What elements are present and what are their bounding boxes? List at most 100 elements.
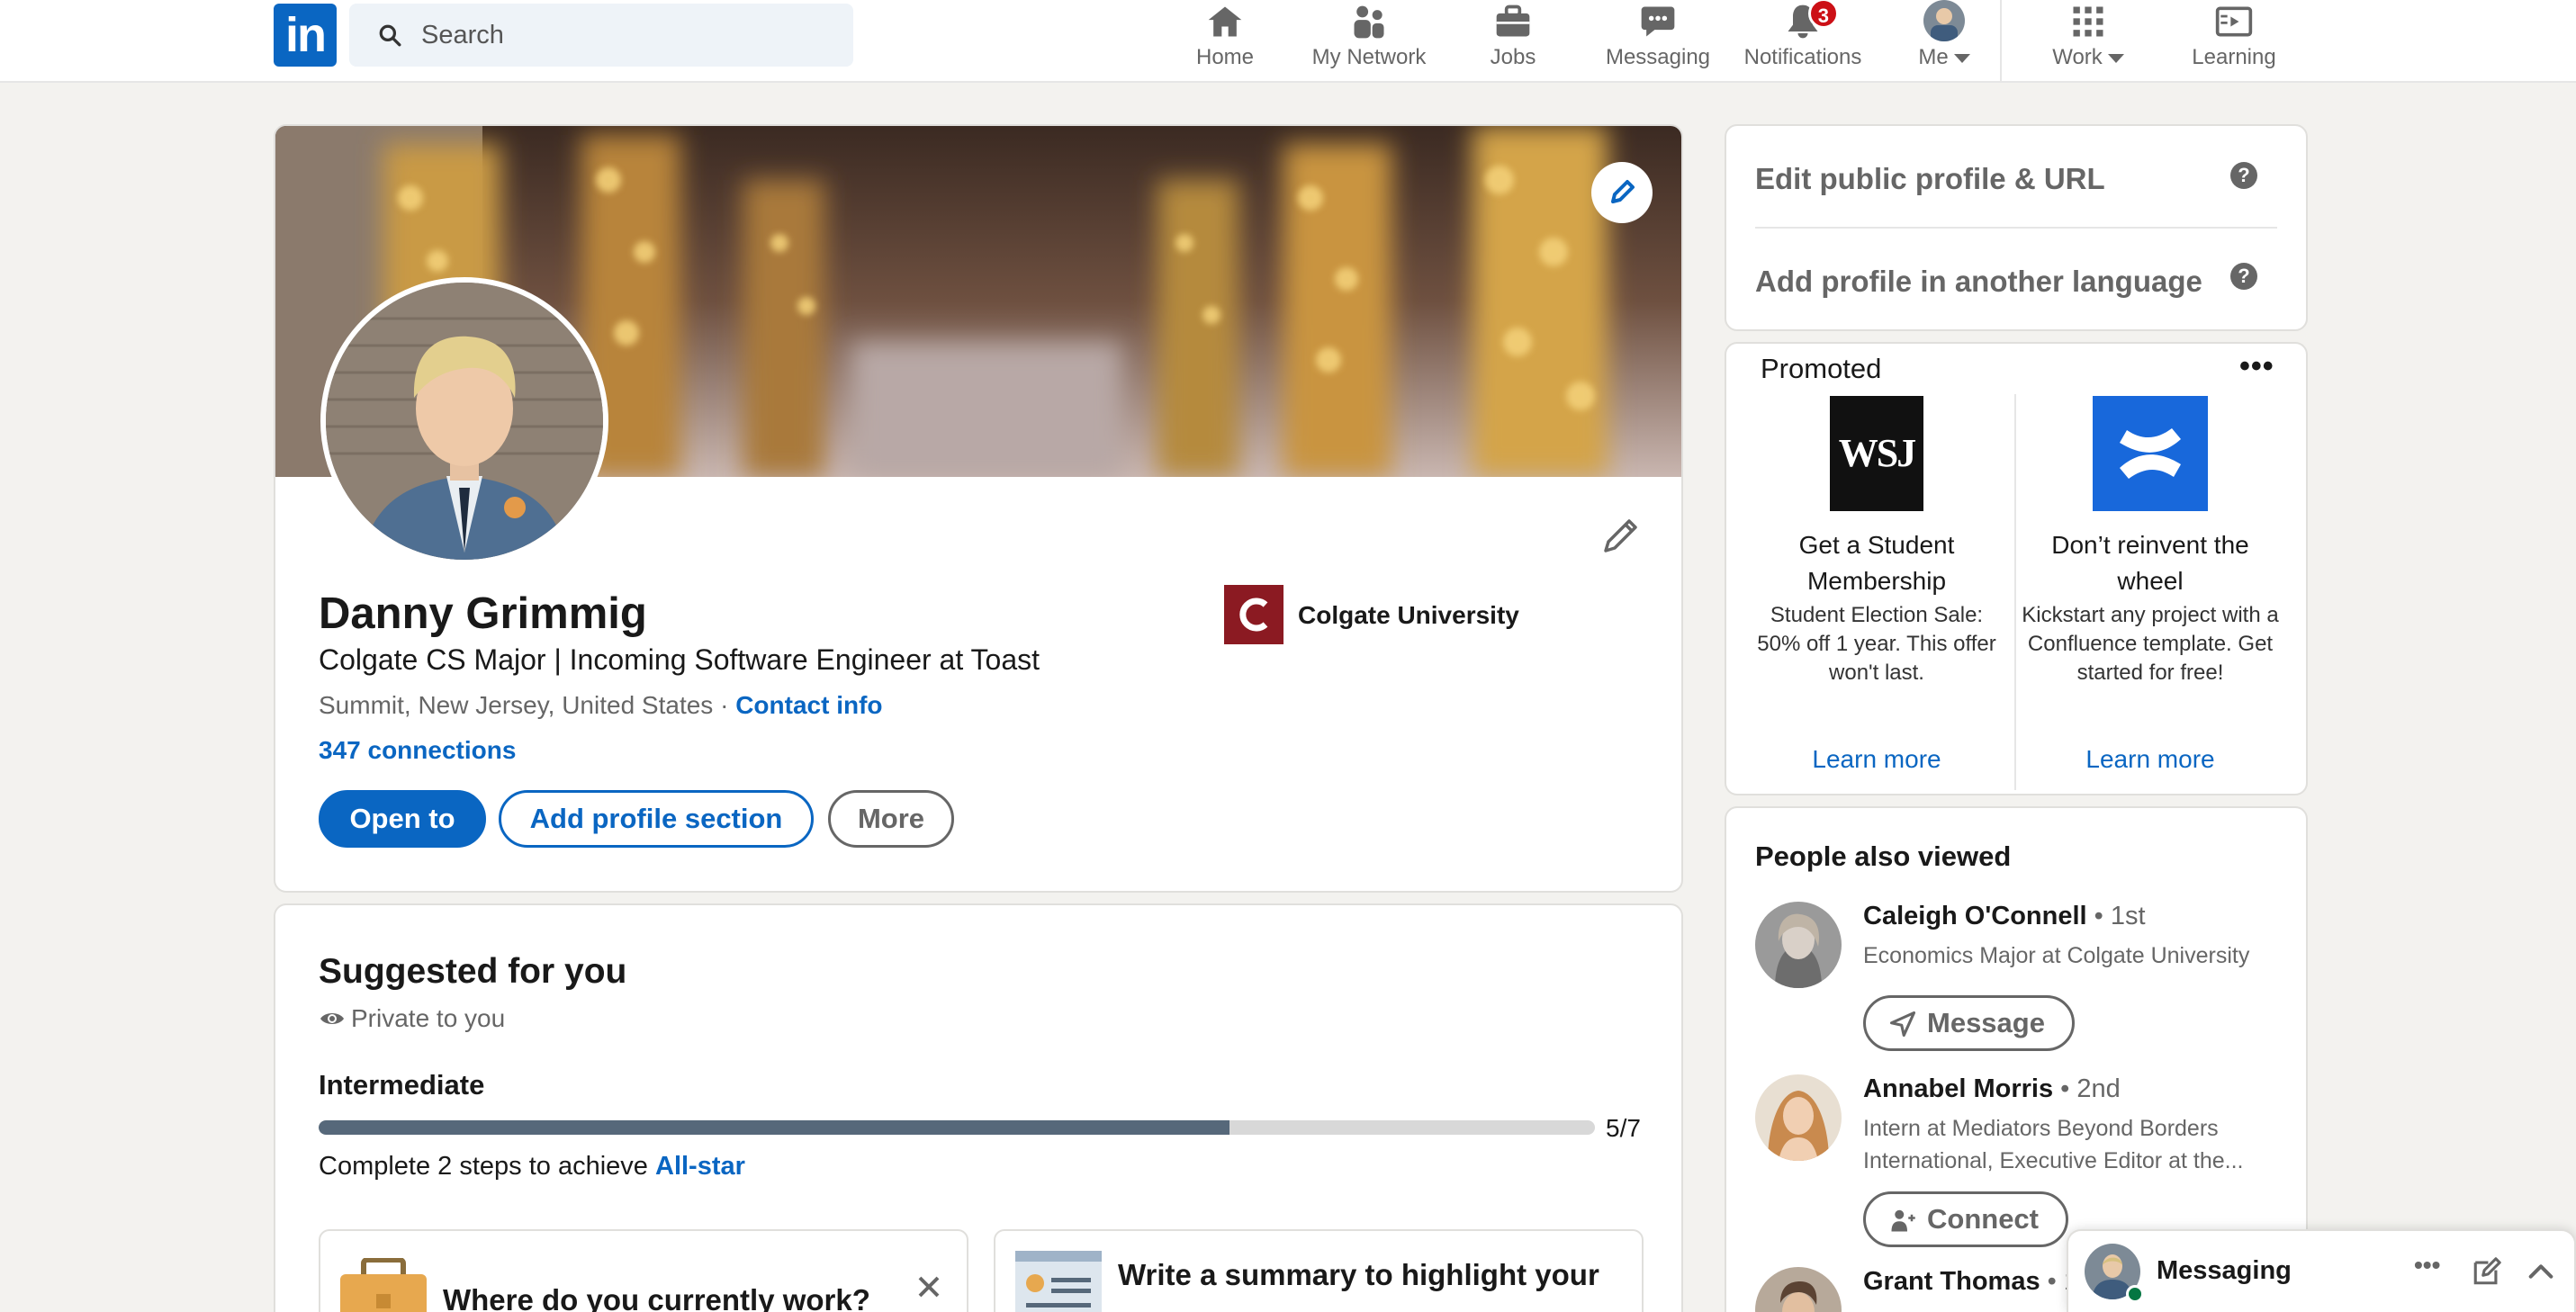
nav-notifications-label: Notifications [1743, 45, 1862, 69]
nav-home[interactable]: Home [1188, 0, 1262, 81]
nav-messaging[interactable]: Messaging [1595, 0, 1721, 81]
suggestion-summary-text: Write a summary to highlight your [1118, 1258, 1599, 1291]
briefcase-icon [1496, 4, 1530, 37]
send-icon [1889, 1011, 1916, 1038]
promo-ad-confluence[interactable]: Don’t reinvent the wheel Kickstart any p… [2020, 396, 2281, 687]
divider [2014, 394, 2016, 790]
all-star-link[interactable]: All-star [655, 1152, 745, 1181]
nav-home-label: Home [1195, 45, 1255, 69]
network-icon [1354, 5, 1384, 39]
more-options-icon[interactable]: ••• [2414, 1251, 2440, 1281]
avatar[interactable] [1755, 902, 1842, 988]
colgate-logo-icon [1224, 585, 1283, 644]
progress-count: 5/7 [1606, 1114, 1641, 1142]
avatar[interactable] [1755, 1074, 1842, 1161]
eye-icon [320, 1013, 344, 1024]
message-button[interactable]: Message [1863, 995, 2075, 1051]
more-options-icon[interactable]: ••• [2239, 349, 2274, 384]
promo-headline: Get a Student Membership [1798, 531, 1955, 595]
person-name[interactable]: Caleigh O'Connell [1863, 902, 2087, 930]
grid-icon [2073, 6, 2103, 37]
avatar[interactable] [1755, 1267, 1842, 1312]
search-input[interactable] [421, 4, 835, 67]
profile-card: Danny Grimmig Colgate CS Major | Incomin… [274, 124, 1683, 893]
home-icon [1208, 6, 1242, 37]
nav-my-network[interactable]: My Network [1302, 0, 1437, 81]
suggestion-card-summary[interactable]: Write a summary to highlight your [994, 1229, 1644, 1312]
promoted-card: Promoted ••• WSJ Get a Student Membershi… [1725, 342, 2308, 795]
wsj-logo-icon: WSJ [1830, 396, 1923, 511]
profile-photo[interactable] [320, 277, 608, 565]
avatar [1923, 0, 1965, 41]
linkedin-logo-icon[interactable]: in [274, 4, 337, 67]
promo-description: Student Election Sale: 50% off 1 year. T… [1757, 603, 1996, 685]
nav-messaging-label: Messaging [1605, 45, 1711, 69]
edit-intro-button[interactable] [1599, 513, 1644, 558]
help-icon[interactable]: ? [2230, 162, 2257, 189]
learning-icon [2215, 6, 2253, 37]
nav-me[interactable]: Me [1899, 0, 1989, 81]
nav-learning-label: Learning [2192, 45, 2276, 69]
profile-name: Danny Grimmig [319, 589, 647, 638]
divider [1755, 227, 2277, 229]
document-icon [1015, 1251, 1102, 1312]
add-person-icon [1891, 1209, 1915, 1232]
suggested-card: Suggested for you Private to you Interme… [274, 903, 1683, 1312]
online-status-icon [2126, 1285, 2144, 1303]
chevron-up-icon[interactable] [2526, 1256, 2556, 1287]
promo-headline: Don’t reinvent the wheel [2051, 531, 2249, 595]
search-box[interactable] [349, 4, 853, 67]
profile-location: Summit, New Jersey, United States [319, 691, 714, 719]
school-name: Colgate University [1298, 601, 1519, 629]
nav-learning[interactable]: Learning [2187, 0, 2281, 81]
chevron-down-icon [2107, 53, 2124, 63]
nav-work-label: Work [2043, 45, 2133, 70]
more-button[interactable]: More [828, 790, 954, 848]
suggestion-work-text: Where do you currently work? [443, 1283, 870, 1312]
open-to-button[interactable]: Open to [319, 790, 486, 848]
progress-fill [319, 1120, 1230, 1135]
messaging-icon [1641, 6, 1675, 37]
messaging-dock[interactable]: Messaging ••• [2067, 1229, 2576, 1312]
add-language-profile-link[interactable]: Add profile in another language [1755, 265, 2202, 299]
notification-badge: 3 [1807, 0, 1839, 29]
nav-work[interactable]: Work [2043, 0, 2133, 81]
promoted-title: Promoted [1761, 353, 1882, 384]
suggestion-card-work[interactable]: Where do you currently work? [319, 1229, 968, 1312]
close-icon[interactable] [914, 1272, 943, 1301]
nav-me-label: Me [1899, 45, 1989, 70]
person-name[interactable]: Annabel Morris [1863, 1074, 2053, 1103]
connection-degree: • 1st [2094, 902, 2146, 930]
compose-icon[interactable] [2472, 1256, 2502, 1287]
nav-jobs-label: Jobs [1490, 45, 1536, 69]
profile-location-row: Summit, New Jersey, United States · Cont… [319, 691, 883, 720]
nav-jobs[interactable]: Jobs [1476, 0, 1550, 81]
profile-links-card: Edit public profile & URL ? Add profile … [1725, 124, 2308, 331]
messaging-label: Messaging [2157, 1256, 2292, 1285]
promo-description: Kickstart any project with a Confluence … [2022, 603, 2279, 685]
promo-ad-wsj[interactable]: WSJ Get a Student Membership Student Ele… [1746, 396, 2007, 687]
confluence-logo-icon [2093, 396, 2208, 511]
profile-strength-level: Intermediate [319, 1069, 485, 1101]
pencil-icon [1604, 519, 1637, 553]
learn-more-link[interactable]: Learn more [1746, 745, 2007, 774]
help-icon[interactable]: ? [2230, 263, 2257, 290]
nav-notifications[interactable]: 3 Notifications [1737, 0, 1869, 81]
connect-button[interactable]: Connect [1863, 1191, 2068, 1247]
profile-headline: Colgate CS Major | Incoming Software Eng… [319, 643, 1040, 676]
connections-link[interactable]: 347 connections [319, 736, 516, 764]
edit-banner-button[interactable] [1591, 162, 1653, 223]
add-profile-section-button[interactable]: Add profile section [499, 790, 814, 848]
top-navigation: in Home My Network Jobs Messaging 3 Noti… [0, 0, 2576, 83]
steps-text: Complete 2 steps to achieve All-star [319, 1152, 745, 1181]
chevron-down-icon [1953, 53, 1970, 63]
learn-more-link[interactable]: Learn more [2020, 745, 2281, 774]
edit-public-profile-link[interactable]: Edit public profile & URL [1755, 162, 2105, 196]
person-name[interactable]: Grant Thomas [1863, 1267, 2040, 1296]
contact-info-link[interactable]: Contact info [735, 691, 882, 719]
profile-strength-meter [319, 1120, 1595, 1135]
briefcase-icon [340, 1258, 427, 1312]
person-description: Economics Major at Colgate University [1863, 943, 2250, 968]
connection-degree: • 2nd [2060, 1074, 2121, 1103]
separator-dot: · [720, 691, 729, 719]
